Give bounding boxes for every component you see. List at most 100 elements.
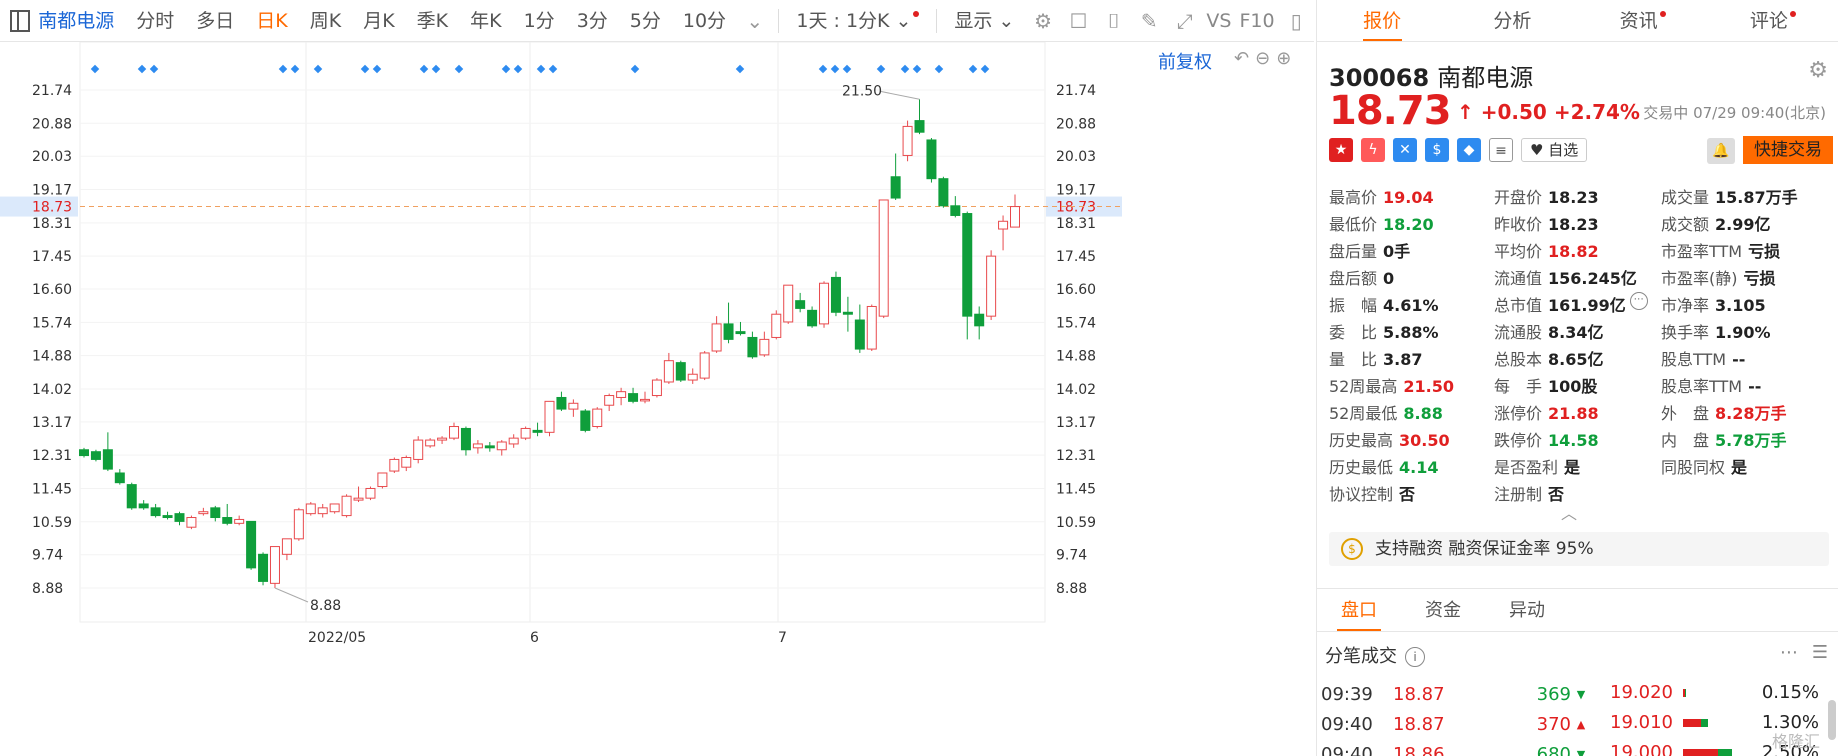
period-tab[interactable]: 年K — [459, 0, 512, 42]
candle-body — [341, 495, 352, 517]
day-select[interactable]: 1天 : 1分K ⌄ — [785, 0, 930, 42]
candle-body — [532, 429, 543, 433]
period-tab[interactable]: 1分 — [513, 0, 566, 42]
quick-trade-button[interactable]: 快捷交易 — [1743, 136, 1833, 164]
sidebar-toggle-icon[interactable] — [10, 9, 31, 32]
event-marker[interactable] — [876, 64, 886, 74]
f10-button[interactable]: F10 — [1235, 0, 1278, 42]
event-marker[interactable] — [137, 64, 147, 74]
event-marker[interactable] — [431, 64, 441, 74]
camera-icon[interactable]: ⌷ — [1102, 8, 1125, 34]
period-tab[interactable]: 分时 — [125, 0, 185, 42]
event-marker[interactable] — [290, 64, 300, 74]
event-marker[interactable] — [513, 64, 523, 74]
collapse-caret-icon[interactable]: ︿ — [1561, 500, 1577, 524]
event-marker[interactable] — [818, 64, 828, 74]
event-marker[interactable] — [900, 64, 910, 74]
event-marker[interactable] — [968, 64, 978, 74]
doc-icon[interactable]: ≡ — [1489, 138, 1513, 162]
period-tab[interactable]: 日K — [245, 0, 298, 42]
tag-icon[interactable]: ◆ — [1457, 138, 1481, 162]
zoom-in-icon[interactable]: ⊕ — [1276, 48, 1291, 69]
gear-icon[interactable]: ⚙ — [1808, 58, 1828, 83]
x-tick-label: 2022/05 — [308, 630, 366, 646]
zoom-out-icon[interactable]: ⊖ — [1255, 48, 1270, 69]
settings-icon[interactable]: ⚙ — [1031, 8, 1054, 34]
stock-name-tab[interactable]: 南都电源 — [30, 0, 125, 42]
quote-field: 股息率TTM -- — [1661, 373, 1835, 400]
lightning-icon[interactable]: ϟ — [1361, 138, 1385, 162]
event-marker[interactable] — [313, 64, 323, 74]
pen-icon[interactable]: ✎ — [1138, 8, 1161, 34]
kline-chart[interactable]: 21.74 21.74 20.88 20.88 20.03 20.03 19.17 19.17… — [0, 41, 1314, 756]
field-label: 历史最高 — [1329, 431, 1394, 450]
event-marker[interactable] — [912, 64, 922, 74]
sub-tab[interactable]: 异动 — [1485, 589, 1569, 631]
flag-icon[interactable]: ★ — [1329, 138, 1353, 162]
dollar-icon[interactable]: $ — [1425, 138, 1449, 162]
event-marker[interactable] — [419, 64, 429, 74]
fq-button[interactable]: 前复权 — [1158, 48, 1212, 74]
event-marker[interactable] — [149, 64, 159, 74]
period-tab[interactable]: 10分 — [672, 0, 737, 42]
event-marker[interactable] — [360, 64, 370, 74]
event-marker[interactable] — [630, 64, 640, 74]
candle-body — [389, 458, 400, 472]
event-marker[interactable] — [934, 64, 944, 74]
period-tab[interactable]: 多日 — [185, 0, 245, 42]
right-tab[interactable]: 评论 — [1708, 0, 1838, 41]
candle-body — [1010, 206, 1020, 228]
tick-volume: 369 — [1536, 684, 1571, 705]
right-tab[interactable]: 分析 — [1447, 0, 1577, 41]
event-marker[interactable] — [830, 64, 840, 74]
event-marker[interactable] — [372, 64, 382, 74]
fullscreen-icon[interactable]: ⤢ — [1173, 8, 1196, 34]
event-marker[interactable] — [980, 64, 990, 74]
candle-body — [544, 400, 555, 433]
event-marker[interactable] — [454, 64, 464, 74]
quote-field: 昨收价 18.23 — [1494, 211, 1661, 238]
bell-icon[interactable]: 🔔 — [1707, 138, 1735, 164]
panel-icon[interactable]: ▯ — [1285, 8, 1308, 34]
event-marker[interactable] — [536, 64, 546, 74]
period-tab[interactable]: 月K — [352, 0, 405, 42]
connect-icon[interactable]: ✕ — [1393, 138, 1417, 162]
period-tab[interactable]: 3分 — [566, 0, 619, 42]
current-price-label-right: 18.73 — [1056, 200, 1096, 216]
display-menu[interactable]: 显示 ⌄ — [943, 0, 1025, 42]
candle-body — [90, 451, 101, 460]
candle-body — [186, 517, 197, 528]
y-tick-label: 10.59 — [32, 515, 72, 531]
tick-time: 09:40 — [1321, 744, 1373, 756]
period-tab[interactable]: 季K — [406, 0, 459, 42]
period-tab[interactable]: 周K — [299, 0, 352, 42]
undo-icon[interactable]: ↶ — [1234, 48, 1249, 69]
list-icon[interactable]: ☰ — [1812, 642, 1828, 663]
sub-tab[interactable]: 盘口 — [1317, 589, 1401, 631]
candle-body — [317, 507, 328, 515]
more-icon[interactable]: ⋯ — [1780, 642, 1798, 663]
add-watchlist-button[interactable]: ♥ 自选 — [1521, 138, 1588, 162]
period-tab[interactable]: 5分 — [619, 0, 672, 42]
sub-tab[interactable]: 资金 — [1401, 589, 1485, 631]
event-marker[interactable] — [842, 64, 852, 74]
right-tab[interactable]: 资讯 — [1578, 0, 1708, 41]
scrollbar[interactable] — [1828, 700, 1836, 740]
kline-chart-area[interactable]: 21.74 21.74 20.88 20.88 20.03 20.03 19.17 19.17… — [0, 41, 1314, 756]
vs-button[interactable]: VS — [1202, 0, 1235, 42]
event-marker[interactable] — [548, 64, 558, 74]
candle-body — [795, 300, 806, 309]
event-marker[interactable] — [278, 64, 288, 74]
event-marker[interactable] — [735, 64, 745, 74]
square-select-icon[interactable]: ☐ — [1067, 8, 1090, 34]
info-icon[interactable]: i — [1405, 647, 1425, 667]
candle-body — [281, 538, 292, 555]
event-marker[interactable] — [501, 64, 511, 74]
more-icon[interactable]: ⋯ — [1629, 292, 1648, 310]
right-tab[interactable]: 报价 — [1317, 0, 1447, 41]
event-marker[interactable] — [90, 64, 100, 74]
chevron-down-icon[interactable]: ⌄ — [743, 8, 766, 34]
candle-body — [437, 437, 448, 441]
field-value: 21.50 — [1403, 377, 1454, 396]
candle-body — [687, 373, 698, 381]
